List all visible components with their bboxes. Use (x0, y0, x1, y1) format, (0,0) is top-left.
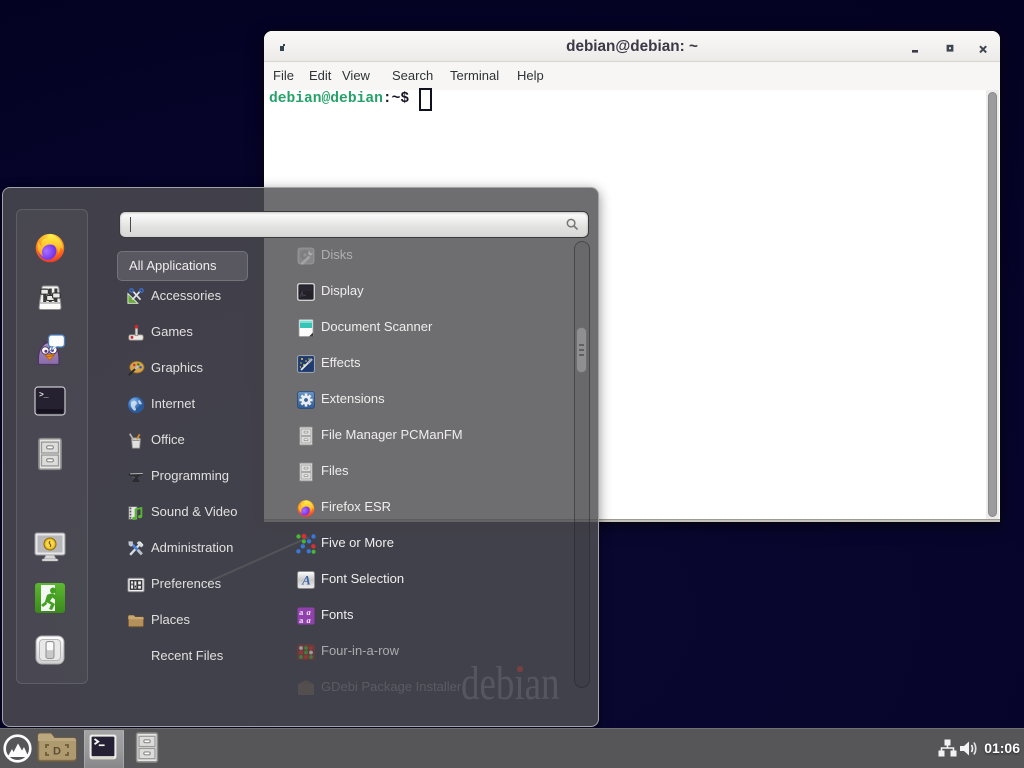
svg-text:A: A (301, 573, 311, 588)
svg-text:>_: >_ (39, 391, 49, 400)
svg-text:D: D (53, 746, 61, 758)
